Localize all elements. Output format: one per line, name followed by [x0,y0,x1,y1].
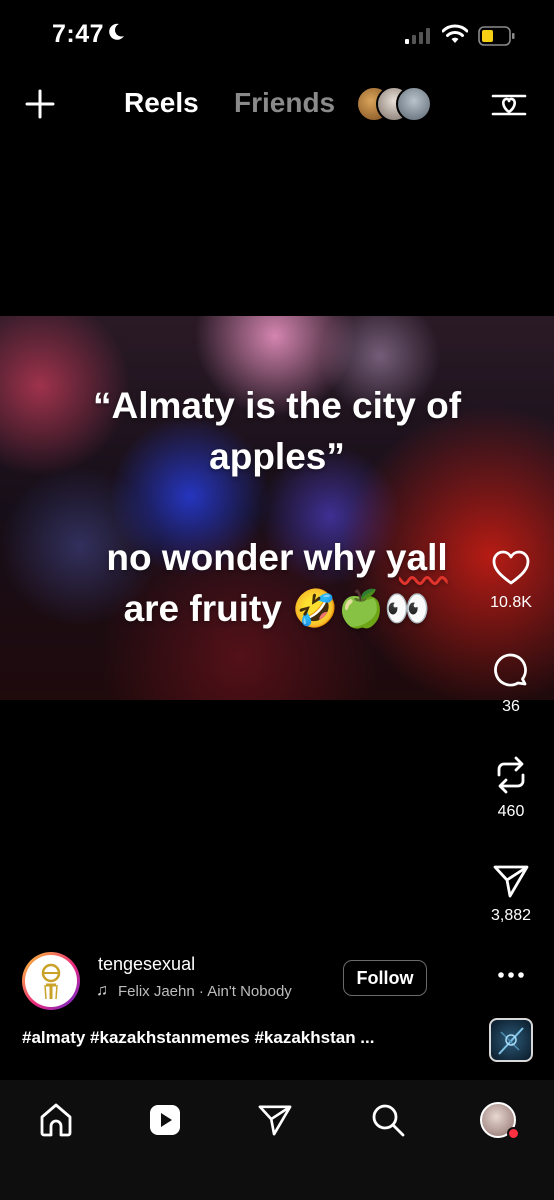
tab-reels[interactable]: Reels [124,87,199,119]
heart-icon [492,550,530,585]
avatar [480,1102,520,1140]
comment-count: 36 [502,698,520,715]
tab-friends[interactable]: Friends [234,87,335,119]
search-icon[interactable] [368,1100,408,1140]
wifi-icon [441,24,469,49]
send-icon[interactable] [255,1100,295,1140]
filter-icon[interactable] [490,86,528,129]
caption-text: no wonder why [106,537,386,578]
repost-icon [497,756,525,794]
comment-icon [494,653,527,687]
bottom-nav [0,1080,554,1200]
author-username[interactable]: tengesexual [98,954,195,975]
caption-line: are fruity 🤣🍏👀 [123,588,431,629]
home-icon[interactable] [36,1100,76,1140]
profile-avatar[interactable] [478,1100,520,1140]
caption-line: no wonder why yall [0,532,554,583]
signal-icon [405,28,431,49]
friend-avatars[interactable] [356,86,436,122]
share-button[interactable]: 3,882 [478,863,544,925]
repost-count: 460 [497,803,525,820]
author-logo-icon [25,955,77,1007]
notification-dot [507,1127,520,1140]
status-time: 7:47 [52,20,105,48]
repost-button[interactable]: 460 [478,755,544,821]
music-note-icon: ♫ [96,982,108,999]
comment-button[interactable]: 36 [478,652,544,716]
reels-icon[interactable] [145,1100,185,1140]
song-title[interactable]: Felix Jaehn · Ain't Nobody [118,983,352,1000]
author-row: tengesexual ♫ Felix Jaehn · Ain't Nobody… [22,950,482,1010]
caption-hashtags[interactable]: #almaty #kazakhstanmemes #kazakhstan ... [22,1028,374,1048]
audio-thumbnail[interactable] [489,1018,533,1062]
reel-video[interactable]: “Almaty is the city of apples” no wonder… [0,316,554,700]
share-count: 3,882 [490,907,532,924]
status-bar: 7:47 [0,0,554,70]
video-caption: “Almaty is the city of apples” no wonder… [0,380,554,634]
caption-line: “Almaty is the city of [92,385,462,426]
plus-icon[interactable] [24,88,56,125]
friend-avatar [396,86,432,122]
misspelled-word: yall [385,537,448,578]
like-button[interactable]: 10.8K [478,550,544,612]
moon-icon [106,22,126,47]
caption-line: apples” [209,436,345,477]
send-icon [493,865,529,898]
like-count: 10.8K [490,594,532,611]
more-options-icon[interactable] [497,962,525,993]
battery-icon [478,26,516,51]
top-nav: Reels Friends [0,80,554,130]
follow-button[interactable]: Follow [343,960,427,996]
author-avatar[interactable] [22,952,80,1010]
